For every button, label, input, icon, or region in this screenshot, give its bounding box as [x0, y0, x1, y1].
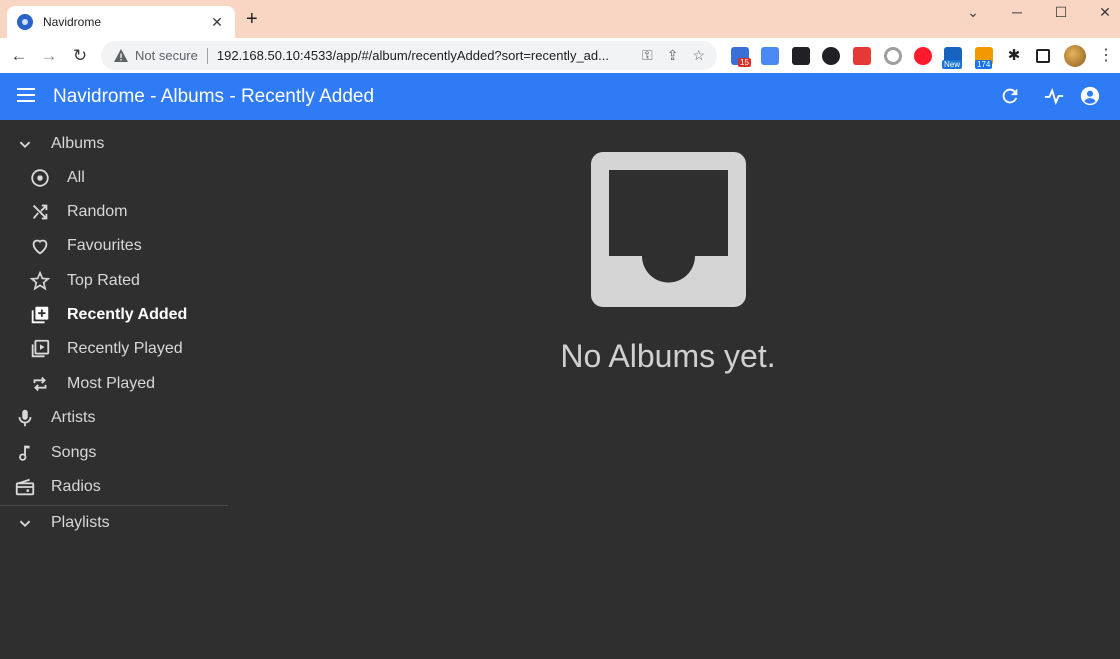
library-add-icon [31, 306, 49, 324]
sidebar-item-label: All [67, 169, 85, 186]
radio-icon [15, 478, 35, 496]
close-window-button[interactable]: ✕ [1093, 4, 1117, 22]
sidebar-item-label: Random [67, 203, 128, 220]
sidebar-item-favourites[interactable]: Favourites [0, 229, 228, 263]
empty-inbox-icon [591, 152, 746, 307]
extension-badge: 15 [738, 58, 751, 67]
sidebar-item-label: Radios [51, 478, 101, 495]
back-arrow-icon[interactable]: ← [7, 44, 31, 68]
opera-extension-icon[interactable] [914, 47, 932, 65]
share-icon[interactable]: ⇪ [667, 47, 679, 64]
sidebar-item-recently-played[interactable]: Recently Played [0, 332, 228, 366]
browser-tab[interactable]: Navidrome ✕ [7, 6, 235, 38]
key-icon[interactable]: ⚿ [642, 47, 653, 64]
sidebar-item-recently-added[interactable]: Recently Added [0, 298, 228, 332]
album-disc-icon [31, 169, 49, 187]
sidebar-item-label: Top Rated [67, 272, 140, 289]
sidebar-item-label: Artists [51, 409, 96, 426]
tab-close-button[interactable]: ✕ [209, 14, 225, 31]
address-bar[interactable]: Not secure 192.168.50.10:4533/app/#/albu… [101, 41, 717, 70]
extension-icon[interactable] [792, 47, 810, 65]
sidebar-section-label: Playlists [51, 514, 110, 531]
empty-state-message: No Albums yet. [560, 338, 776, 374]
browser-menu-icon[interactable]: ⋮ [1098, 45, 1114, 65]
sidebar-section-playlists[interactable]: Playlists [0, 506, 228, 540]
extension-icon[interactable] [853, 47, 871, 65]
url-text[interactable]: 192.168.50.10:4533/app/#/album/recentlyA… [217, 48, 628, 63]
extension-badge: 174 [975, 60, 993, 69]
heart-icon [32, 239, 48, 255]
microphone-icon [18, 409, 32, 427]
sidebar-item-label: Most Played [67, 375, 156, 392]
sidebar-item-label: Favourites [67, 237, 142, 254]
extension-icon[interactable] [884, 47, 902, 65]
forward-arrow-icon[interactable]: → [37, 44, 61, 68]
profile-avatar[interactable] [1064, 45, 1086, 67]
sidebar: Albums All Random Favourites Top Rated R… [0, 120, 228, 659]
translate-extension-icon[interactable] [761, 47, 779, 65]
sidebar-item-songs[interactable]: Songs [0, 436, 228, 470]
omnibox-separator [206, 47, 208, 64]
reload-icon[interactable]: ↻ [68, 44, 92, 68]
browser-toolbar: ← → ↻ Not secure 192.168.50.10:4533/app/… [0, 38, 1120, 73]
account-circle-icon[interactable] [1079, 85, 1101, 107]
chevron-down-icon [19, 520, 31, 528]
sidebar-item-artists[interactable]: Artists [0, 401, 228, 435]
maximize-button[interactable]: ☐ [1049, 4, 1073, 22]
hamburger-menu-icon[interactable] [17, 88, 35, 102]
sidebar-item-radios[interactable]: Radios [0, 470, 228, 504]
activity-icon[interactable] [1043, 85, 1065, 107]
new-tab-button[interactable]: + [246, 9, 258, 29]
minimize-button[interactable]: ─ [1005, 4, 1029, 22]
side-panel-icon[interactable] [1036, 49, 1050, 63]
sidebar-item-random[interactable]: Random [0, 195, 228, 229]
refresh-icon[interactable] [999, 85, 1021, 107]
sidebar-item-top-rated[interactable]: Top Rated [0, 264, 228, 298]
repeat-icon [33, 376, 47, 392]
sidebar-item-label: Recently Added [67, 306, 188, 323]
browser-tab-strip: Navidrome ✕ + ⌄ ─ ☐ ✕ [0, 0, 1120, 38]
sidebar-section-albums[interactable]: Albums [0, 127, 228, 161]
music-note-icon [19, 445, 30, 461]
tab-title: Navidrome [43, 15, 102, 29]
sidebar-item-label: Recently Played [67, 340, 183, 357]
app-bar: Navidrome - Albums - Recently Added [0, 73, 1120, 120]
security-status[interactable]: Not secure [135, 48, 198, 63]
puzzle-extensions-icon[interactable]: ✱ [1005, 47, 1023, 65]
shuffle-icon [32, 204, 48, 220]
tab-search-icon[interactable]: ⌄ [961, 4, 985, 22]
sidebar-item-label: Songs [51, 444, 97, 461]
extension-badge: New [942, 60, 963, 69]
chevron-down-icon [19, 141, 31, 149]
sidebar-item-most-played[interactable]: Most Played [0, 367, 228, 401]
extension-icon[interactable] [822, 47, 840, 65]
warning-triangle-icon [114, 48, 128, 62]
bookmark-star-icon[interactable]: ☆ [692, 47, 705, 64]
sidebar-section-label: Albums [51, 135, 105, 152]
star-icon [29, 270, 51, 291]
navidrome-favicon-icon [17, 14, 33, 30]
sidebar-item-all[interactable]: All [0, 161, 228, 195]
page-title: Navidrome - Albums - Recently Added [53, 86, 375, 107]
library-play-icon [31, 339, 50, 358]
